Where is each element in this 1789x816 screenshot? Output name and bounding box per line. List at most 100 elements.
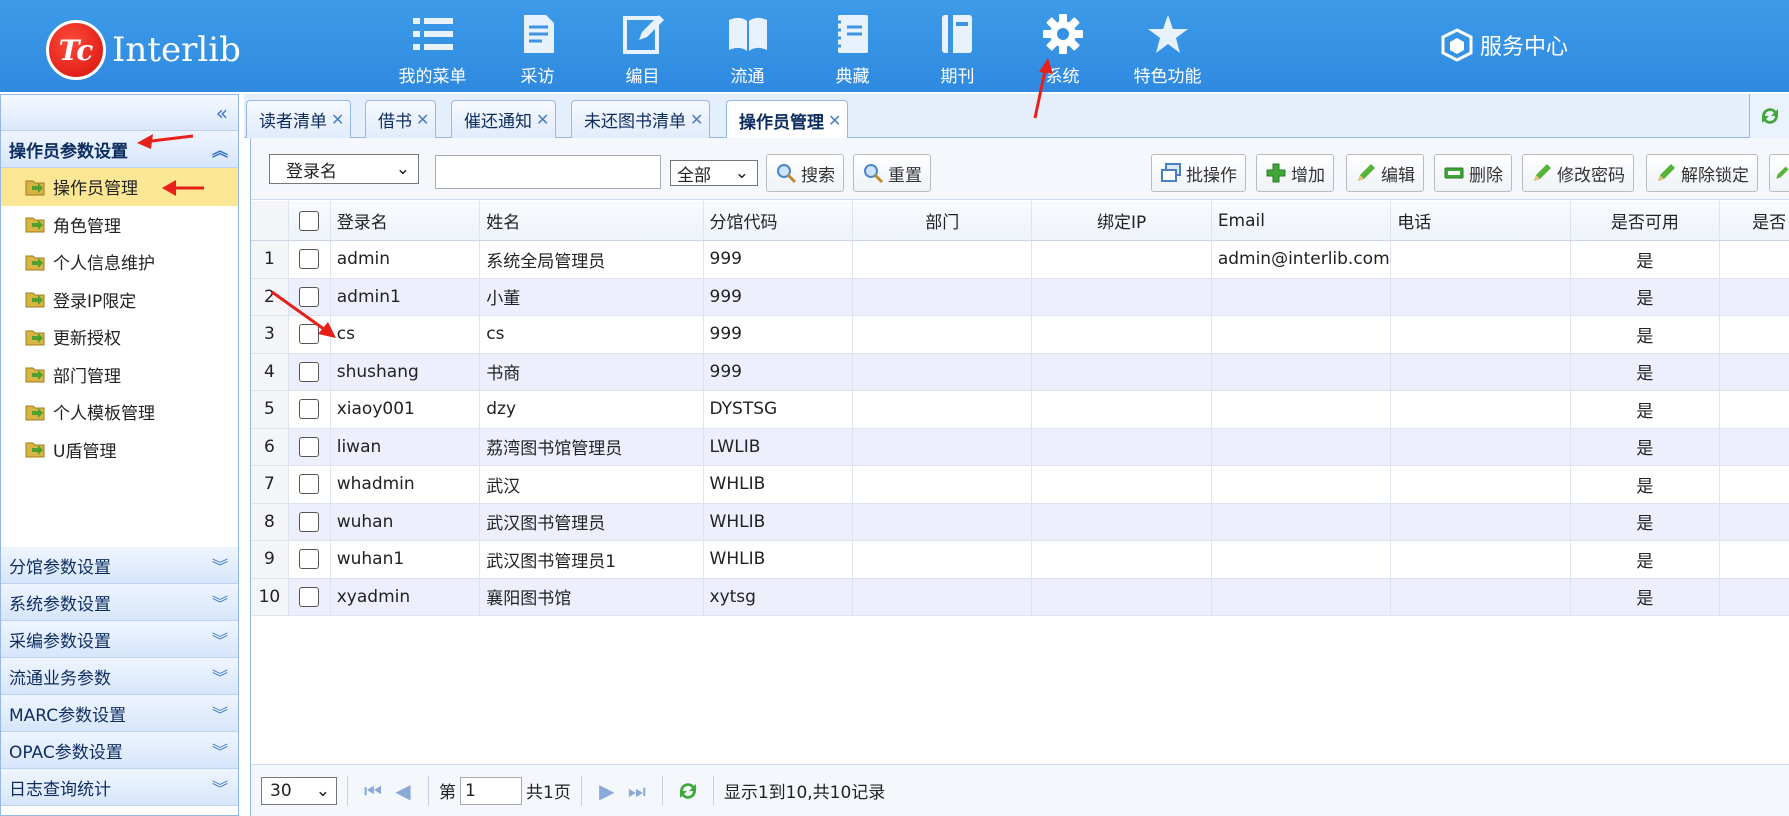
reset-button[interactable]: 重置 (853, 154, 931, 192)
header-login[interactable]: 登录名 (331, 201, 481, 240)
menu-item-template[interactable]: 个人模板管理 (1, 393, 238, 431)
header-department[interactable]: 部门 (853, 201, 1033, 240)
nav-system[interactable]: 系统 (1010, 0, 1115, 92)
next-page-icon[interactable]: ▶ (592, 779, 622, 803)
table-row[interactable]: 4 shushang 书商 999 是 (251, 353, 1789, 391)
nav-my-menu[interactable]: 我的菜单 (380, 0, 485, 92)
row-select[interactable] (289, 578, 331, 615)
close-icon[interactable]: ✕ (536, 110, 549, 129)
panel-log-stats[interactable]: 日志查询统计 ︾ (1, 769, 238, 806)
unlock-button[interactable]: 解除锁定 (1646, 154, 1758, 192)
row-select[interactable] (289, 316, 331, 353)
header-bound-ip[interactable]: 绑定IP (1032, 201, 1212, 240)
panel-system-settings[interactable]: 系统参数设置 ︾ (1, 584, 238, 621)
more-toolbar-button[interactable] (1769, 154, 1789, 192)
row-checkbox[interactable] (299, 586, 320, 607)
menu-item-ukey[interactable]: U盾管理 (1, 431, 238, 469)
nav-circulation[interactable]: 流通 (695, 0, 800, 92)
panel-operator-settings[interactable]: 操作员参数设置 ︽ (1, 131, 238, 168)
header-select-all[interactable] (289, 201, 331, 240)
row-select[interactable] (289, 353, 331, 390)
select-all-checkbox[interactable] (299, 210, 320, 231)
header-available[interactable]: 是否可用 (1571, 201, 1721, 240)
delete-button[interactable]: 删除 (1434, 154, 1512, 192)
search-button[interactable]: 搜索 (766, 154, 844, 192)
row-select[interactable] (289, 466, 331, 503)
menu-item-profile[interactable]: 个人信息维护 (1, 243, 238, 281)
table-row[interactable]: 2 admin1 小董 999 是 (251, 278, 1789, 316)
header-email[interactable]: Email (1212, 201, 1392, 240)
edit-button[interactable]: 编辑 (1346, 154, 1424, 192)
close-icon[interactable]: ✕ (416, 110, 429, 129)
tabs-refresh-button[interactable] (1749, 94, 1789, 138)
nav-collection[interactable]: 典藏 (800, 0, 905, 92)
panel-circulation-settings[interactable]: 流通业务参数 ︾ (1, 658, 238, 695)
service-center-link[interactable]: 服务中心 (1440, 28, 1568, 62)
row-select[interactable] (289, 391, 331, 428)
row-checkbox[interactable] (299, 324, 320, 345)
tab-borrow[interactable]: 借书 ✕ (365, 100, 437, 138)
close-icon[interactable]: ✕ (828, 111, 841, 130)
table-row[interactable]: 8 wuhan 武汉图书管理员 WHLIB 是 (251, 503, 1789, 541)
panel-acq-cat-settings[interactable]: 采编参数设置 ︾ (1, 621, 238, 658)
row-checkbox[interactable] (299, 549, 320, 570)
table-row[interactable]: 10 xyadmin 襄阳图书馆 xytsg 是 (251, 578, 1789, 616)
close-icon[interactable]: ✕ (690, 110, 703, 129)
close-icon[interactable]: ✕ (331, 110, 344, 129)
last-page-icon[interactable]: ⏭ (622, 779, 652, 803)
search-input[interactable] (435, 155, 661, 189)
row-select[interactable] (289, 278, 331, 315)
panel-branch-settings[interactable]: 分馆参数设置 ︾ (1, 547, 238, 584)
panel-opac-settings[interactable]: OPAC参数设置 ︾ (1, 732, 238, 769)
table-row[interactable]: 3 cs cs 999 是 (251, 316, 1789, 354)
header-name[interactable]: 姓名 (480, 201, 704, 240)
menu-item-operator-manage[interactable]: 操作员管理 (1, 168, 238, 206)
table-row[interactable]: 1 admin 系统全局管理员 999 admin@interlib.com 是 (251, 241, 1789, 279)
row-select[interactable] (289, 541, 331, 578)
row-checkbox[interactable] (299, 511, 320, 532)
tab-unreturned-list[interactable]: 未还图书清单 ✕ (571, 100, 711, 138)
menu-item-update-license[interactable]: 更新授权 (1, 318, 238, 356)
batch-button[interactable]: 批操作 (1151, 154, 1246, 192)
menu-item-role-manage[interactable]: 角色管理 (1, 206, 238, 244)
row-checkbox[interactable] (299, 399, 320, 420)
row-select[interactable] (289, 428, 331, 465)
panel-marc-settings[interactable]: MARC参数设置 ︾ (1, 695, 238, 732)
app-logo[interactable]: Tc Interlib (46, 20, 241, 80)
header-phone[interactable]: 电话 (1391, 201, 1571, 240)
nav-cataloging[interactable]: 编目 (590, 0, 695, 92)
nav-features[interactable]: 特色功能 (1115, 0, 1220, 92)
refresh-icon[interactable] (673, 779, 703, 803)
change-password-button[interactable]: 修改密码 (1522, 154, 1634, 192)
row-checkbox[interactable] (299, 361, 320, 382)
tab-reader-list[interactable]: 读者清单 ✕ (246, 100, 352, 138)
row-checkbox[interactable] (299, 286, 320, 307)
row-checkbox[interactable] (299, 474, 320, 495)
page-size-select[interactable]: 30 ⌄ (261, 776, 337, 805)
page-number-input[interactable]: 1 (460, 776, 522, 805)
tab-return-notice[interactable]: 催还通知 ✕ (451, 100, 557, 138)
add-button[interactable]: 增加 (1256, 154, 1334, 192)
tab-operator-manage[interactable]: 操作员管理 ✕ (726, 100, 849, 139)
header-branch-code[interactable]: 分馆代码 (704, 201, 854, 240)
search-field-select[interactable]: 登录名 ⌄ (269, 154, 419, 184)
row-checkbox[interactable] (299, 249, 320, 270)
header-more[interactable]: 是否 (1720, 201, 1789, 240)
cell-name: 武汉 (480, 466, 704, 503)
table-row[interactable]: 9 wuhan1 武汉图书管理员1 WHLIB 是 (251, 541, 1789, 579)
magnifier-icon (864, 164, 884, 184)
first-page-icon[interactable]: ⏮ (358, 779, 388, 803)
table-row[interactable]: 5 xiaoy001 dzy DYSTSG 是 (251, 391, 1789, 429)
nav-acquisition[interactable]: 采访 (485, 0, 590, 92)
nav-periodicals[interactable]: 期刊 (905, 0, 1010, 92)
collapse-left-icon[interactable]: « (216, 101, 228, 125)
menu-item-login-ip[interactable]: 登录IP限定 (1, 281, 238, 319)
table-row[interactable]: 6 liwan 荔湾图书馆管理员 LWLIB 是 (251, 428, 1789, 466)
scope-select[interactable]: 全部 ⌄ (670, 160, 758, 186)
table-row[interactable]: 7 whadmin 武汉 WHLIB 是 (251, 466, 1789, 504)
menu-item-department[interactable]: 部门管理 (1, 356, 238, 394)
row-select[interactable] (289, 503, 331, 540)
row-checkbox[interactable] (299, 436, 320, 457)
row-select[interactable] (289, 241, 331, 278)
prev-page-icon[interactable]: ◀ (388, 779, 418, 803)
